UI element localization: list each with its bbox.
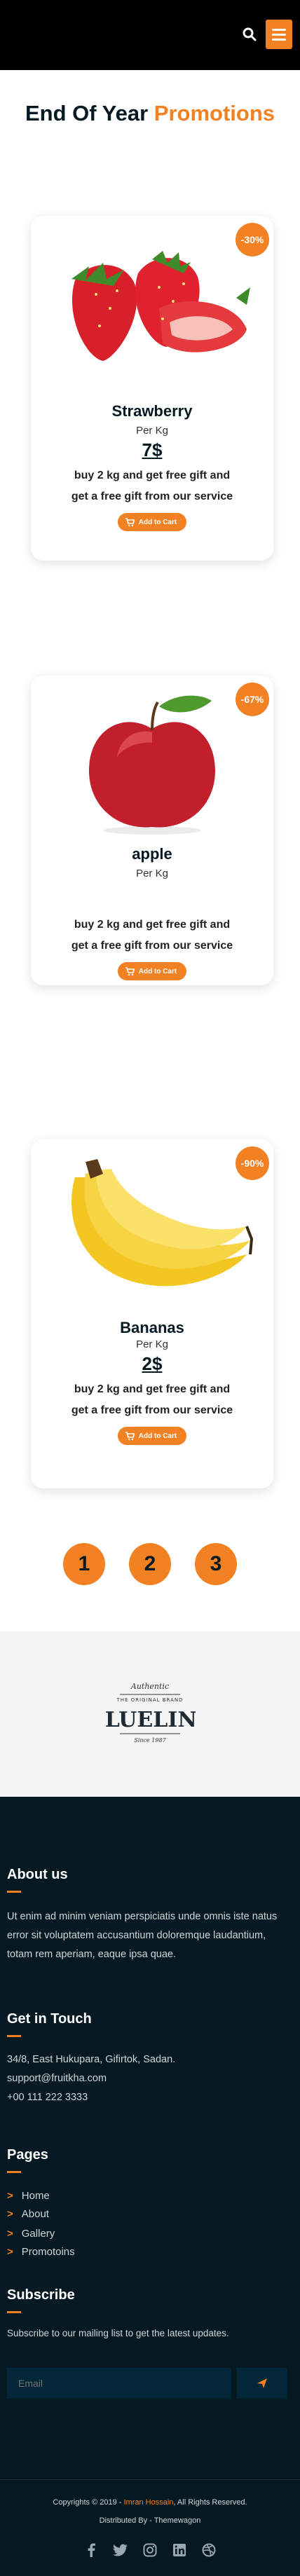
product-card-bananas: -90% Bananas Per Kg 2$ buy 2 kg and get … — [31, 1139, 273, 1488]
chevron-right-icon: > — [7, 2227, 13, 2240]
footer: About us Ut enim ad minim veniam perspic… — [0, 1797, 300, 2576]
footer-divider — [7, 1891, 21, 1893]
apple-image — [89, 695, 215, 835]
pagination: 1 2 3 — [0, 1543, 300, 1585]
product-card-strawberry: -30% Strawberry Per Kg 7$ buy 2 kg and g… — [31, 216, 273, 561]
add-to-cart-button[interactable]: Add to Cart — [117, 962, 187, 980]
banana-image — [71, 1159, 254, 1287]
product-price — [31, 882, 273, 903]
add-to-cart-button[interactable]: Add to Cart — [117, 1427, 187, 1445]
contact-address: 34/8, East Hukupara, Gifirtok, Sadan. — [7, 2054, 176, 2065]
instagram-icon[interactable] — [141, 2541, 159, 2559]
strawberry-image — [71, 251, 250, 361]
product-description: buy 2 kg and get free gift and get a fre… — [31, 1379, 273, 1421]
product-unit: Per Kg — [136, 1338, 168, 1350]
discount-badge: -90% — [236, 1146, 269, 1180]
footer-pages-list: > Home > About > Gallery > Promotoins — [7, 2186, 75, 2261]
cart-icon — [125, 1432, 135, 1441]
desc-line-2: get a free gift from our service — [71, 491, 233, 502]
page-3-button[interactable]: 3 — [195, 1543, 237, 1585]
add-to-cart-label: Add to Cart — [138, 1432, 177, 1440]
footer-subscribe-title: Subscribe — [7, 2287, 75, 2303]
desc-line-1: buy 2 kg and get free gift and — [74, 470, 231, 481]
svg-text:THE ORIGINAL BRAND: THE ORIGINAL BRAND — [116, 1697, 183, 1703]
page-1-button[interactable]: 1 — [63, 1543, 105, 1585]
footer-link-about[interactable]: > About — [7, 2205, 75, 2223]
footer-contact-title: Get in Touch — [7, 2011, 92, 2027]
footer-divider — [7, 2311, 21, 2313]
product-unit: Per Kg — [136, 868, 168, 879]
footer-about-text: Ut enim ad minim veniam perspiciatis und… — [7, 1911, 278, 1960]
cart-icon — [125, 967, 135, 976]
cart-icon — [125, 518, 135, 527]
product-price: 2$ — [142, 1353, 163, 1374]
desc-line-1: buy 2 kg and get free gift and — [74, 1383, 231, 1395]
footer-copyright-divider — [0, 2479, 300, 2480]
footer-divider — [7, 2035, 21, 2037]
product-card-apple: -67% apple Per Kg buy 2 kg and get free … — [31, 676, 273, 985]
distributed-by: Distributed By - Themewagon — [99, 2516, 201, 2525]
add-to-cart-label: Add to Cart — [138, 518, 177, 526]
product-unit: Per Kg — [136, 425, 168, 437]
footer-subscribe-text: Subscribe to our mailing list to get the… — [7, 2328, 229, 2338]
blueline-logo: Authentic THE ORIGINAL BRAND BLUELINE Si… — [104, 1682, 196, 1743]
section-title-main: End Of Year — [25, 101, 149, 125]
dribbble-icon[interactable] — [200, 2541, 218, 2559]
contact-email[interactable]: support@fruitkha.com — [7, 2069, 287, 2088]
footer-link-home[interactable]: > Home — [7, 2186, 75, 2205]
page-2-button[interactable]: 2 — [129, 1543, 171, 1585]
brand-logo-section: Authentic THE ORIGINAL BRAND BLUELINE Si… — [0, 1631, 300, 1797]
email-input[interactable] — [7, 2368, 231, 2399]
top-navbar — [0, 0, 300, 70]
svg-text:Since 1987: Since 1987 — [134, 1737, 166, 1743]
paper-plane-icon — [257, 2378, 267, 2388]
discount-badge: -30% — [236, 223, 269, 256]
hamburger-menu-button[interactable] — [266, 20, 292, 49]
contact-phone[interactable]: +00 111 222 3333 — [7, 2088, 287, 2107]
footer-link-gallery[interactable]: > Gallery — [7, 2224, 75, 2242]
footer-contact-info: 34/8, East Hukupara, Gifirtok, Sadan. su… — [7, 2050, 287, 2107]
add-to-cart-button[interactable]: Add to Cart — [117, 513, 187, 531]
copyright: Copyrights © 2019 - Imran Hossain, All R… — [0, 2493, 300, 2530]
svg-text:BLUELINE: BLUELINE — [104, 1708, 196, 1732]
search-icon[interactable] — [242, 27, 257, 42]
product-name: Strawberry — [111, 402, 193, 420]
desc-line-2: get a free gift from our service — [71, 940, 233, 952]
chevron-right-icon: > — [7, 2245, 13, 2258]
add-to-cart-label: Add to Cart — [138, 967, 177, 975]
product-name: apple — [132, 845, 172, 863]
svg-text:Authentic: Authentic — [130, 1682, 169, 1691]
author-link[interactable]: Imran Hossain — [123, 2498, 173, 2507]
footer-divider — [7, 2171, 21, 2173]
facebook-icon[interactable] — [82, 2541, 100, 2559]
product-description: buy 2 kg and get free gift and get a fre… — [31, 914, 273, 957]
social-links — [0, 2541, 300, 2559]
chevron-right-icon: > — [7, 2207, 13, 2220]
footer-about-title: About us — [7, 1867, 68, 1882]
subscribe-send-button[interactable] — [237, 2368, 287, 2399]
hamburger-icon — [272, 28, 286, 31]
discount-badge: -67% — [236, 683, 269, 716]
desc-line-2: get a free gift from our service — [71, 1404, 233, 1416]
section-title: End Of Year Promotions — [0, 101, 300, 126]
footer-pages-title: Pages — [7, 2147, 48, 2163]
product-name: Bananas — [120, 1319, 184, 1336]
footer-link-promotions[interactable]: > Promotoins — [7, 2242, 75, 2261]
product-description: buy 2 kg and get free gift and get a fre… — [31, 465, 273, 507]
chevron-right-icon: > — [7, 2189, 13, 2202]
product-price: 7$ — [142, 439, 163, 460]
desc-line-1: buy 2 kg and get free gift and — [74, 919, 231, 931]
twitter-icon[interactable] — [111, 2541, 130, 2559]
linkedin-icon[interactable] — [170, 2541, 189, 2559]
section-title-accent: Promotions — [154, 101, 275, 125]
